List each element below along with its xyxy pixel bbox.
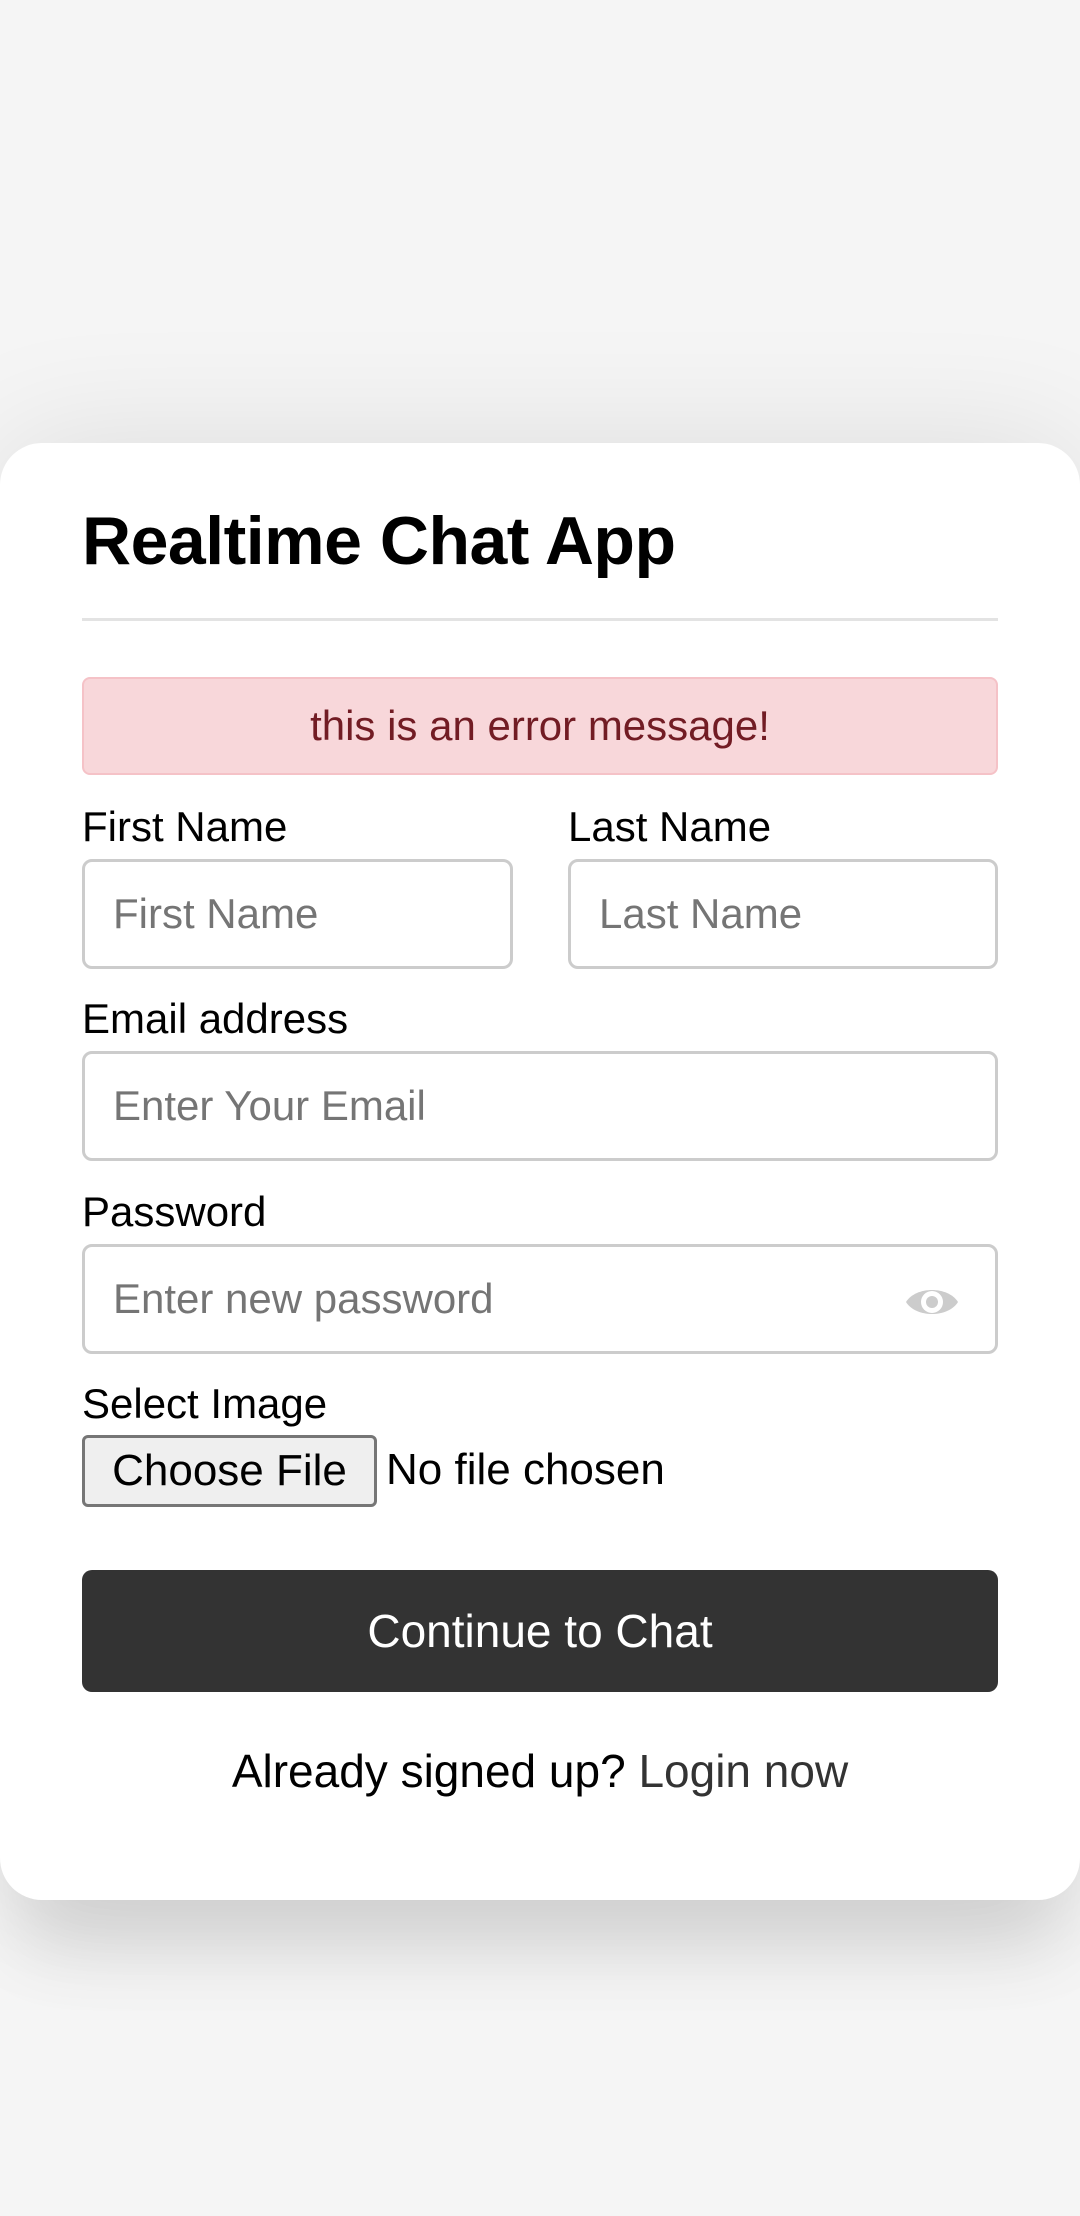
login-now-link[interactable]: Login now — [638, 1745, 848, 1797]
title-divider — [82, 618, 998, 621]
last-name-label: Last Name — [568, 803, 772, 850]
email-label: Email address — [82, 995, 349, 1042]
last-name-input[interactable] — [568, 859, 998, 969]
continue-to-chat-button[interactable]: Continue to Chat — [82, 1570, 998, 1692]
error-alert: this is an error message! — [82, 677, 998, 775]
email-input[interactable] — [82, 1051, 998, 1161]
file-status-text: No file chosen — [386, 1445, 665, 1494]
first-name-label: First Name — [82, 803, 288, 850]
login-prompt-text: Already signed up? — [231, 1745, 626, 1797]
password-input[interactable] — [82, 1244, 998, 1354]
login-prompt: Already signed up? Login now — [82, 1748, 998, 1794]
choose-file-button[interactable]: Choose File — [82, 1435, 377, 1507]
password-label: Password — [82, 1188, 267, 1235]
page-title: Realtime Chat App — [82, 503, 676, 579]
signup-card: Realtime Chat App this is an error messa… — [0, 443, 1080, 1900]
select-image-label: Select Image — [82, 1380, 328, 1427]
first-name-input[interactable] — [82, 859, 513, 969]
eye-icon[interactable] — [904, 1282, 960, 1322]
